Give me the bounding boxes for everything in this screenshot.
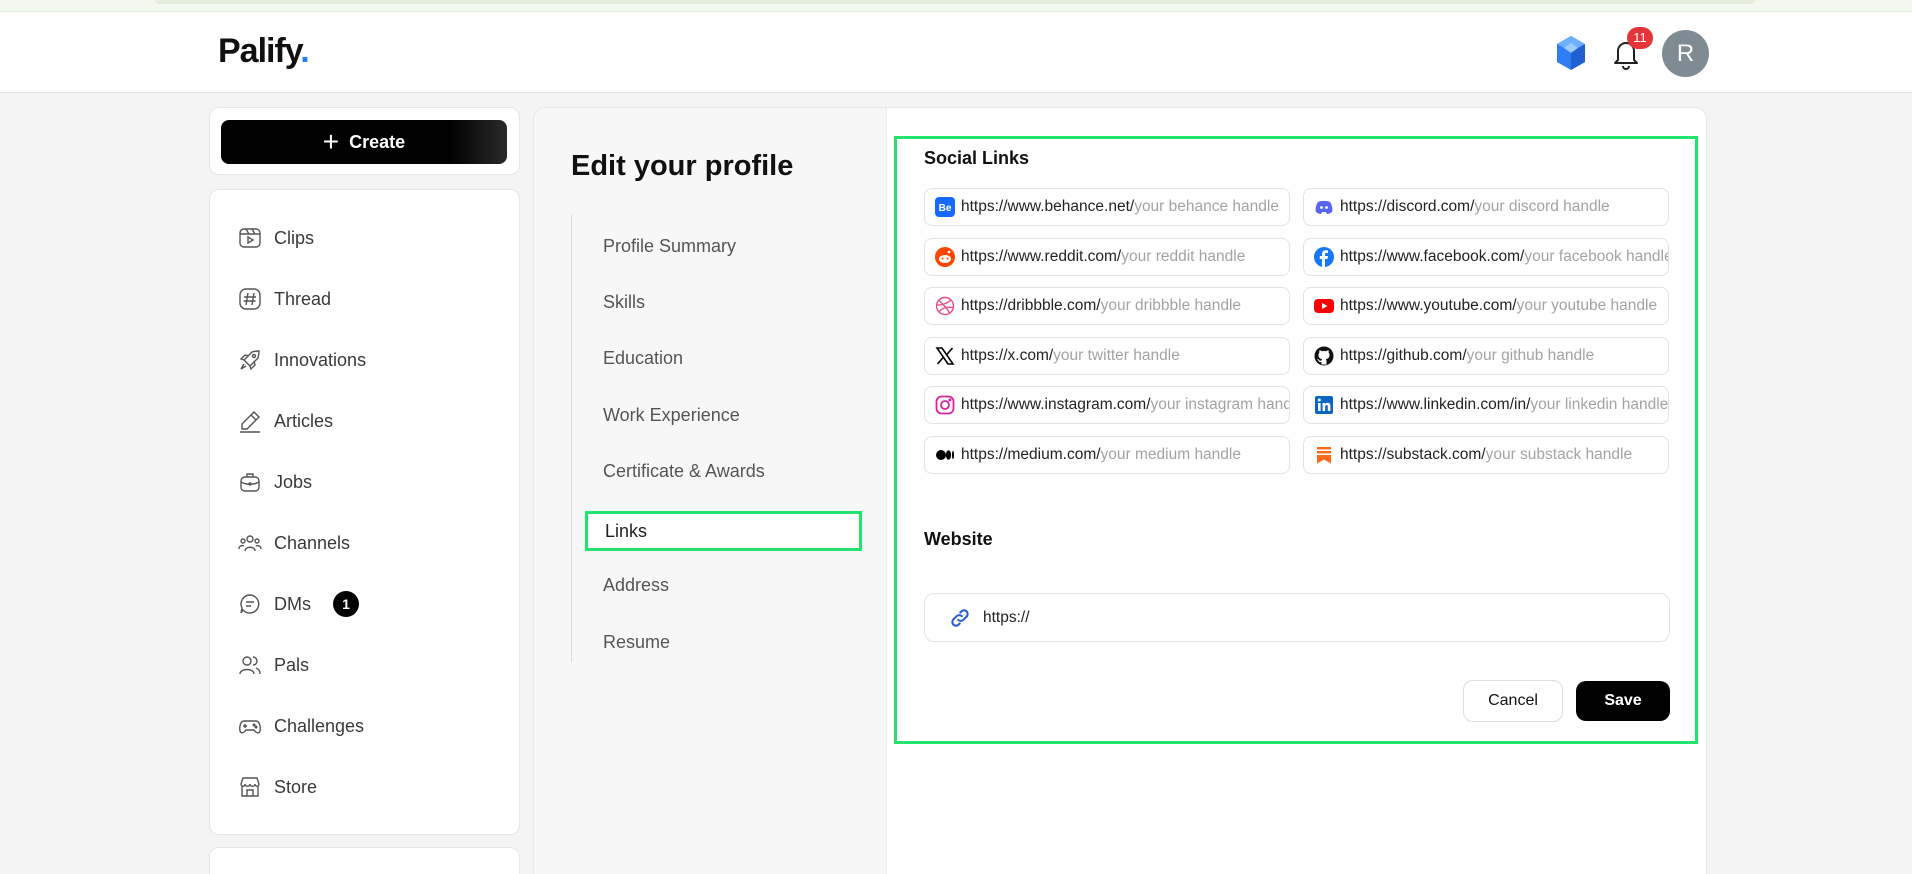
briefcase-icon — [240, 473, 260, 492]
cancel-button[interactable]: Cancel — [1463, 680, 1563, 722]
create-button[interactable]: + Create — [221, 120, 507, 164]
linkedin-icon — [1315, 396, 1333, 414]
sidebar-item-channels[interactable]: Channels — [238, 523, 350, 563]
dribbble-link-field[interactable]: https://dribbble.com/your dribbble handl… — [924, 287, 1290, 325]
github-link-field[interactable]: https://github.com/your github handle — [1303, 337, 1669, 375]
x-twitter-link-field[interactable]: https://x.com/your twitter handle — [924, 337, 1290, 375]
website-title: Website — [924, 529, 993, 549]
facebook-link-field[interactable]: https://www.facebook.com/your facebook h… — [1303, 238, 1669, 276]
channels-icon — [238, 535, 262, 552]
subnav-address[interactable]: Address — [603, 575, 669, 596]
pen-icon — [240, 411, 260, 433]
clips-icon — [239, 228, 261, 248]
sidebar-item-challenges[interactable]: Challenges — [238, 706, 364, 746]
medium-link-field[interactable]: https://medium.com/your medium handle — [924, 436, 1290, 474]
website-input[interactable]: https:// — [924, 593, 1670, 642]
linkedin-link-field[interactable]: https://www.linkedin.com/in/your linkedi… — [1303, 386, 1669, 424]
gem-icon[interactable] — [1554, 34, 1588, 72]
instagram-link-field[interactable]: https://www.instagram.com/your instagram… — [924, 386, 1290, 424]
reddit-icon — [935, 247, 955, 267]
create-card: + Create — [209, 107, 520, 175]
subnav-education[interactable]: Education — [603, 348, 683, 369]
medium-icon — [936, 450, 954, 460]
facebook-icon — [1314, 247, 1334, 267]
save-button[interactable]: Save — [1576, 681, 1670, 721]
x-icon — [935, 347, 955, 365]
sidebar-item-articles[interactable]: Articles — [238, 401, 333, 441]
browser-top-strip — [0, 0, 1912, 12]
sidebar-item-dms[interactable]: DMs 1 — [238, 584, 359, 624]
youtube-link-field[interactable]: https://www.youtube.com/your youtube han… — [1303, 287, 1669, 325]
behance-link-field[interactable]: Be https://www.behance.net/your behance … — [924, 188, 1290, 226]
sidebar-extra-card — [209, 847, 520, 874]
plus-icon: + — [322, 126, 340, 157]
discord-icon — [1315, 200, 1333, 214]
dm-count-badge: 1 — [333, 591, 359, 617]
sidebar-item-jobs[interactable]: Jobs — [238, 462, 312, 502]
hashtag-icon — [239, 288, 261, 310]
discord-link-field[interactable]: https://discord.com/your discord handle — [1303, 188, 1669, 226]
dribbble-icon — [935, 296, 955, 316]
sidebar-item-pals[interactable]: Pals — [238, 645, 309, 685]
reddit-link-field[interactable]: https://www.reddit.com/your reddit handl… — [924, 238, 1290, 276]
store-icon — [240, 777, 260, 797]
subnav-skills[interactable]: Skills — [603, 292, 645, 313]
sidebar-item-innovations[interactable]: Innovations — [238, 340, 366, 380]
users-icon — [239, 656, 261, 675]
user-avatar[interactable]: R — [1662, 30, 1709, 77]
youtube-icon — [1314, 299, 1334, 313]
github-icon — [1314, 346, 1334, 366]
subnav-links[interactable]: Links — [585, 511, 862, 551]
link-icon — [951, 608, 969, 627]
subnav-divider — [571, 215, 572, 662]
rocket-icon — [239, 350, 260, 371]
page-title: Edit your profile — [571, 150, 794, 182]
subnav-profile-summary[interactable]: Profile Summary — [603, 236, 736, 257]
svg-text:Be: Be — [939, 203, 952, 214]
subnav-resume[interactable]: Resume — [603, 632, 670, 653]
sidebar-item-store[interactable]: Store — [238, 767, 317, 807]
sidebar-nav: Clips Thread Innovations Articles Jobs C… — [209, 189, 520, 835]
social-links-title: Social Links — [924, 148, 1030, 168]
notification-badge: 11 — [1627, 27, 1653, 49]
behance-icon: Be — [935, 197, 955, 217]
palify-logo[interactable]: Palify. — [218, 32, 310, 71]
sidebar-item-thread[interactable]: Thread — [238, 279, 331, 319]
subnav-work-experience[interactable]: Work Experience — [603, 405, 740, 426]
app-header: Palify. 11 R — [0, 12, 1912, 93]
top-strip-inner — [155, 0, 1755, 4]
sidebar-item-clips[interactable]: Clips — [238, 218, 314, 258]
substack-icon — [1317, 447, 1331, 464]
subnav-certificate-awards[interactable]: Certificate & Awards — [603, 461, 765, 482]
instagram-icon — [935, 395, 955, 415]
gamepad-icon — [239, 720, 261, 734]
chat-icon — [240, 594, 260, 614]
substack-link-field[interactable]: https://substack.com/your substack handl… — [1303, 436, 1669, 474]
